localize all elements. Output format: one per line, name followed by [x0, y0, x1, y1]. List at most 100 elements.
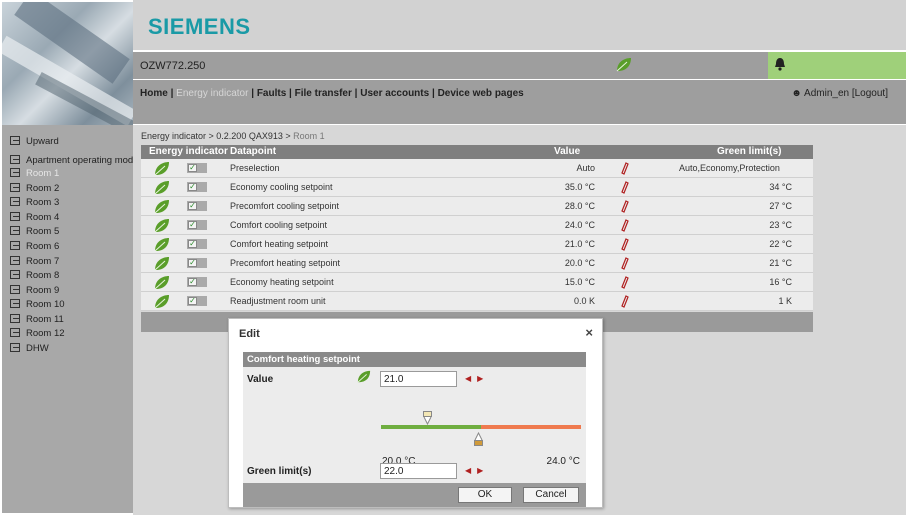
datapoint-value: 0.0 K: [573, 296, 595, 306]
green-limit-value: 22 °C: [769, 239, 792, 249]
pencil-icon[interactable]: [621, 238, 629, 253]
ok-button[interactable]: OK: [458, 487, 512, 503]
nav-energy-indicator[interactable]: Energy indicator: [176, 88, 248, 99]
checkbox-icon[interactable]: ✓: [187, 163, 207, 173]
sidebar-item-room-11[interactable]: Room 11: [10, 314, 64, 325]
user-name: Admin_en: [804, 88, 850, 99]
table-row[interactable]: ✓ Readjustment room unit 0.0 K 1 K: [141, 292, 813, 311]
sidebar-item-apartment-mode[interactable]: Apartment operating mode: [10, 155, 138, 166]
datapoint-name: Comfort heating setpoint: [230, 239, 329, 249]
nav-home[interactable]: Home: [140, 88, 168, 99]
datapoint-value: 35.0 °C: [564, 182, 595, 192]
col-value: Value: [554, 146, 581, 157]
table-row[interactable]: ✓ Economy cooling setpoint 35.0 °C 34 °C: [141, 178, 813, 197]
folder-icon: [10, 270, 20, 279]
datapoint-name: Readjustment room unit: [230, 296, 326, 306]
green-limit-value: 27 °C: [769, 201, 792, 211]
alarm-area[interactable]: [768, 52, 906, 79]
slider-green-range: [381, 425, 481, 429]
table-row[interactable]: ✓ Comfort cooling setpoint 24.0 °C 23 °C: [141, 216, 813, 235]
breadcrumb: Energy indicator > 0.2.200 QAX913 > Room…: [141, 131, 325, 141]
sidebar-item-room-9[interactable]: Room 9: [10, 285, 59, 296]
green-limit-slider-handle[interactable]: [474, 431, 483, 449]
table-row[interactable]: ✓ Comfort heating setpoint 21.0 °C 22 °C: [141, 235, 813, 254]
leaf-icon: [356, 370, 372, 387]
folder-icon: [10, 343, 20, 352]
nav-file-transfer[interactable]: File transfer: [295, 88, 352, 99]
folder-icon: [10, 168, 20, 177]
edit-dialog: Edit × Comfort heating setpoint Value ◀▶…: [228, 318, 603, 508]
pencil-icon[interactable]: [621, 257, 629, 272]
col-datapoint: Datapoint: [230, 146, 277, 157]
green-limit-value: 16 °C: [769, 277, 792, 287]
slider-max-label: 24.0 °C: [546, 456, 580, 467]
user-info: ☻ Admin_en [Logout]: [791, 88, 888, 99]
sidebar-item-dhw[interactable]: DHW: [10, 343, 49, 354]
datapoint-name: Economy heating setpoint: [230, 277, 334, 287]
table-row[interactable]: ✓ Precomfort heating setpoint 20.0 °C 21 °C: [141, 254, 813, 273]
dialog-body: Comfort heating setpoint Value ◀▶ 20.0 °…: [243, 352, 586, 507]
nav-device-web-pages[interactable]: Device web pages: [438, 88, 524, 99]
bell-icon[interactable]: [774, 57, 786, 74]
datapoint-name: Comfort cooling setpoint: [230, 220, 328, 230]
sidebar-item-room-12[interactable]: Room 12: [10, 328, 65, 339]
sidebar-item-upward[interactable]: Upward: [10, 136, 59, 147]
checkbox-icon[interactable]: ✓: [187, 201, 207, 211]
nav-faults[interactable]: Faults: [257, 88, 286, 99]
sidebar-item-room-7[interactable]: Room 7: [10, 256, 59, 267]
datapoint-value: 20.0 °C: [564, 258, 595, 268]
col-green-limits: Green limit(s): [717, 146, 782, 157]
checkbox-icon[interactable]: ✓: [187, 296, 207, 306]
nav-bar: Home | Energy indicator | Faults | File …: [133, 80, 906, 124]
green-limit-value: 34 °C: [769, 182, 792, 192]
table-row[interactable]: ✓ Preselection Auto Auto,Economy,Protection: [141, 159, 813, 178]
sidebar-item-room-8[interactable]: Room 8: [10, 270, 59, 281]
folder-icon: [10, 212, 20, 221]
table-row[interactable]: ✓ Precomfort cooling setpoint 28.0 °C 27 °C: [141, 197, 813, 216]
leaf-icon: [153, 294, 171, 312]
pencil-icon[interactable]: [621, 295, 629, 310]
pencil-icon[interactable]: [621, 200, 629, 215]
pencil-icon[interactable]: [621, 276, 629, 291]
folder-icon: [10, 226, 20, 235]
folder-icon: [10, 256, 20, 265]
leaf-icon: [153, 199, 171, 217]
nav-user-accounts[interactable]: User accounts: [360, 88, 429, 99]
sidebar-item-room-2[interactable]: Room 2: [10, 183, 59, 194]
folder-icon: [10, 155, 20, 164]
sidebar-item-room-6[interactable]: Room 6: [10, 241, 59, 252]
value-stepper[interactable]: ◀▶: [465, 374, 489, 383]
sidebar-item-room-10[interactable]: Room 10: [10, 299, 65, 310]
value-input[interactable]: [380, 371, 457, 387]
device-bar: OZW772.250: [133, 52, 906, 79]
green-limit-value: 1 K: [778, 296, 792, 306]
logout-link[interactable]: [Logout]: [852, 88, 888, 99]
checkbox-icon[interactable]: ✓: [187, 258, 207, 268]
table-row[interactable]: ✓ Economy heating setpoint 15.0 °C 16 °C: [141, 273, 813, 292]
sidebar-item-room-5[interactable]: Room 5: [10, 226, 59, 237]
checkbox-icon[interactable]: ✓: [187, 239, 207, 249]
leaf-icon: [153, 218, 171, 236]
sidebar-item-room-3[interactable]: Room 3: [10, 197, 59, 208]
sidebar-item-room-1[interactable]: Room 1: [10, 168, 59, 179]
checkbox-icon[interactable]: ✓: [187, 220, 207, 230]
checkbox-icon[interactable]: ✓: [187, 277, 207, 287]
datapoint-name: Precomfort heating setpoint: [230, 258, 341, 268]
pencil-icon[interactable]: [621, 219, 629, 234]
green-limit-value: Auto,Economy,Protection: [679, 163, 780, 173]
checkbox-icon[interactable]: ✓: [187, 182, 207, 192]
datapoint-value: Auto: [576, 163, 595, 173]
folder-icon: [10, 241, 20, 250]
leaf-icon: [153, 256, 171, 274]
upward-icon: [10, 136, 20, 145]
close-icon[interactable]: ×: [585, 325, 593, 340]
green-limit-input[interactable]: [380, 463, 457, 479]
cancel-button[interactable]: Cancel: [523, 487, 579, 503]
pencil-icon[interactable]: [621, 181, 629, 196]
pencil-icon[interactable]: [621, 162, 629, 177]
dialog-button-bar: OK Cancel: [243, 483, 586, 507]
sidebar-item-room-4[interactable]: Room 4: [10, 212, 59, 223]
green-limit-stepper[interactable]: ◀▶: [465, 466, 489, 475]
folder-icon: [10, 328, 20, 337]
leaf-icon: [153, 237, 171, 255]
